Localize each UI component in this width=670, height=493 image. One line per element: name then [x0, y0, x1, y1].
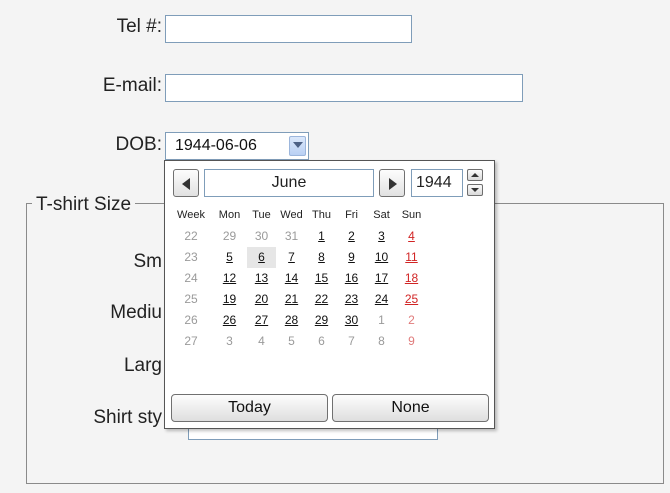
- year-up-button[interactable]: [467, 169, 483, 181]
- today-button[interactable]: Today: [171, 394, 328, 422]
- calendar-day: 5: [288, 334, 295, 348]
- calendar-week-row: 23 5 6 7 8 9 10 11: [165, 247, 496, 268]
- calendar-day[interactable]: 14: [277, 268, 306, 289]
- calendar-day[interactable]: 25: [397, 289, 426, 310]
- next-month-button[interactable]: [379, 169, 405, 197]
- size-large-label: Larg: [123, 355, 162, 376]
- weekday-header: Week: [177, 209, 205, 221]
- weekday-header-row: Week Mon Tue Wed Thu Fri Sat Sun: [165, 205, 496, 226]
- week-number: 24: [184, 271, 198, 285]
- calendar-day[interactable]: 8: [307, 247, 336, 268]
- calendar-day-selected[interactable]: 6: [247, 247, 276, 268]
- calendar-day[interactable]: 2: [337, 226, 366, 247]
- calendar-day[interactable]: 16: [337, 268, 366, 289]
- size-medium-label: Mediu: [110, 302, 162, 323]
- calendar-day: 3: [226, 334, 233, 348]
- calendar-day[interactable]: 15: [307, 268, 336, 289]
- calendar-day[interactable]: 20: [247, 289, 276, 310]
- calendar-day[interactable]: 27: [247, 310, 276, 331]
- dob-label: DOB:: [115, 134, 162, 155]
- prev-month-button[interactable]: [173, 169, 199, 197]
- week-number: 27: [184, 334, 198, 348]
- calendar-day[interactable]: 7: [277, 247, 306, 268]
- weekday-header: Fri: [345, 209, 358, 221]
- email-input[interactable]: [165, 74, 523, 102]
- calendar-day[interactable]: 12: [215, 268, 244, 289]
- weekday-header: Thu: [312, 209, 331, 221]
- weekday-header: Tue: [252, 209, 271, 221]
- calendar-week-row: 24 12 13 14 15 16 17 18: [165, 268, 496, 289]
- calendar-day: 7: [348, 334, 355, 348]
- year-down-button[interactable]: [467, 184, 483, 196]
- calendar-day: 8: [378, 334, 385, 348]
- dob-value: 1944-06-06: [175, 137, 257, 154]
- calendar-week-row: 26 26 27 28 29 30 1 2: [165, 310, 496, 331]
- none-button[interactable]: None: [332, 394, 489, 422]
- calendar-day[interactable]: 17: [367, 268, 396, 289]
- calendar-day[interactable]: 4: [397, 226, 426, 247]
- calendar-day: 4: [258, 334, 265, 348]
- calendar-day[interactable]: 28: [277, 310, 306, 331]
- chevron-down-icon[interactable]: [289, 136, 306, 156]
- calendar-day[interactable]: 23: [337, 289, 366, 310]
- week-number: 22: [184, 229, 198, 243]
- calendar-day[interactable]: 22: [307, 289, 336, 310]
- week-number: 26: [184, 313, 198, 327]
- calendar-week-row: 25 19 20 21 22 23 24 25: [165, 289, 496, 310]
- weekday-header: Wed: [280, 209, 303, 221]
- calendar-day[interactable]: 5: [215, 247, 244, 268]
- calendar-day[interactable]: 24: [367, 289, 396, 310]
- calendar-day: 2: [408, 313, 415, 327]
- calendar-day[interactable]: 10: [367, 247, 396, 268]
- calendar-day[interactable]: 21: [277, 289, 306, 310]
- calendar-day[interactable]: 3: [367, 226, 396, 247]
- calendar-day[interactable]: 13: [247, 268, 276, 289]
- shirt-style-label: Shirt sty: [93, 407, 162, 428]
- weekday-header: Mon: [218, 209, 241, 221]
- calendar-day[interactable]: 19: [215, 289, 244, 310]
- weekday-header: Sat: [373, 209, 390, 221]
- calendar-day[interactable]: 30: [337, 310, 366, 331]
- year-input[interactable]: 1944: [411, 169, 463, 197]
- calendar-week-row: 22 29 30 31 1 2 3 4: [165, 226, 496, 247]
- email-label: E-mail:: [102, 75, 162, 96]
- weekday-header: Sun: [401, 209, 422, 221]
- calendar-day[interactable]: 9: [337, 247, 366, 268]
- calendar-grid: Week Mon Tue Wed Thu Fri Sat Sun 22 29 30 31 1 2 3 4 23 5…: [165, 205, 496, 352]
- tel-input[interactable]: [165, 15, 412, 43]
- calendar-day: 29: [222, 229, 237, 243]
- calendar-day: 1: [378, 313, 385, 327]
- week-number: 23: [184, 250, 198, 264]
- tshirt-legend: T-shirt Size: [32, 194, 136, 216]
- calendar-day: 9: [408, 334, 415, 348]
- month-display[interactable]: June: [204, 169, 374, 197]
- date-picker-popup: June 1944 Week Mon Tue Wed Thu Fri Sat Sun 22 29 3…: [164, 160, 495, 429]
- calendar-day: 6: [318, 334, 325, 348]
- year-spinner: [467, 169, 485, 197]
- calendar-day[interactable]: 26: [215, 310, 244, 331]
- calendar-day[interactable]: 11: [397, 247, 426, 268]
- calendar-day: 30: [254, 229, 269, 243]
- dob-select[interactable]: 1944-06-06: [165, 132, 309, 160]
- week-number: 25: [184, 292, 198, 306]
- arrow-left-icon: [182, 178, 190, 190]
- calendar-day[interactable]: 29: [307, 310, 336, 331]
- calendar-day[interactable]: 18: [397, 268, 426, 289]
- calendar-day[interactable]: 1: [307, 226, 336, 247]
- calendar-day: 31: [284, 229, 299, 243]
- size-small-label: Sm: [133, 251, 163, 272]
- calendar-week-row: 27 3 4 5 6 7 8 9: [165, 331, 496, 352]
- arrow-right-icon: [389, 178, 397, 190]
- tel-label: Tel #:: [116, 16, 162, 37]
